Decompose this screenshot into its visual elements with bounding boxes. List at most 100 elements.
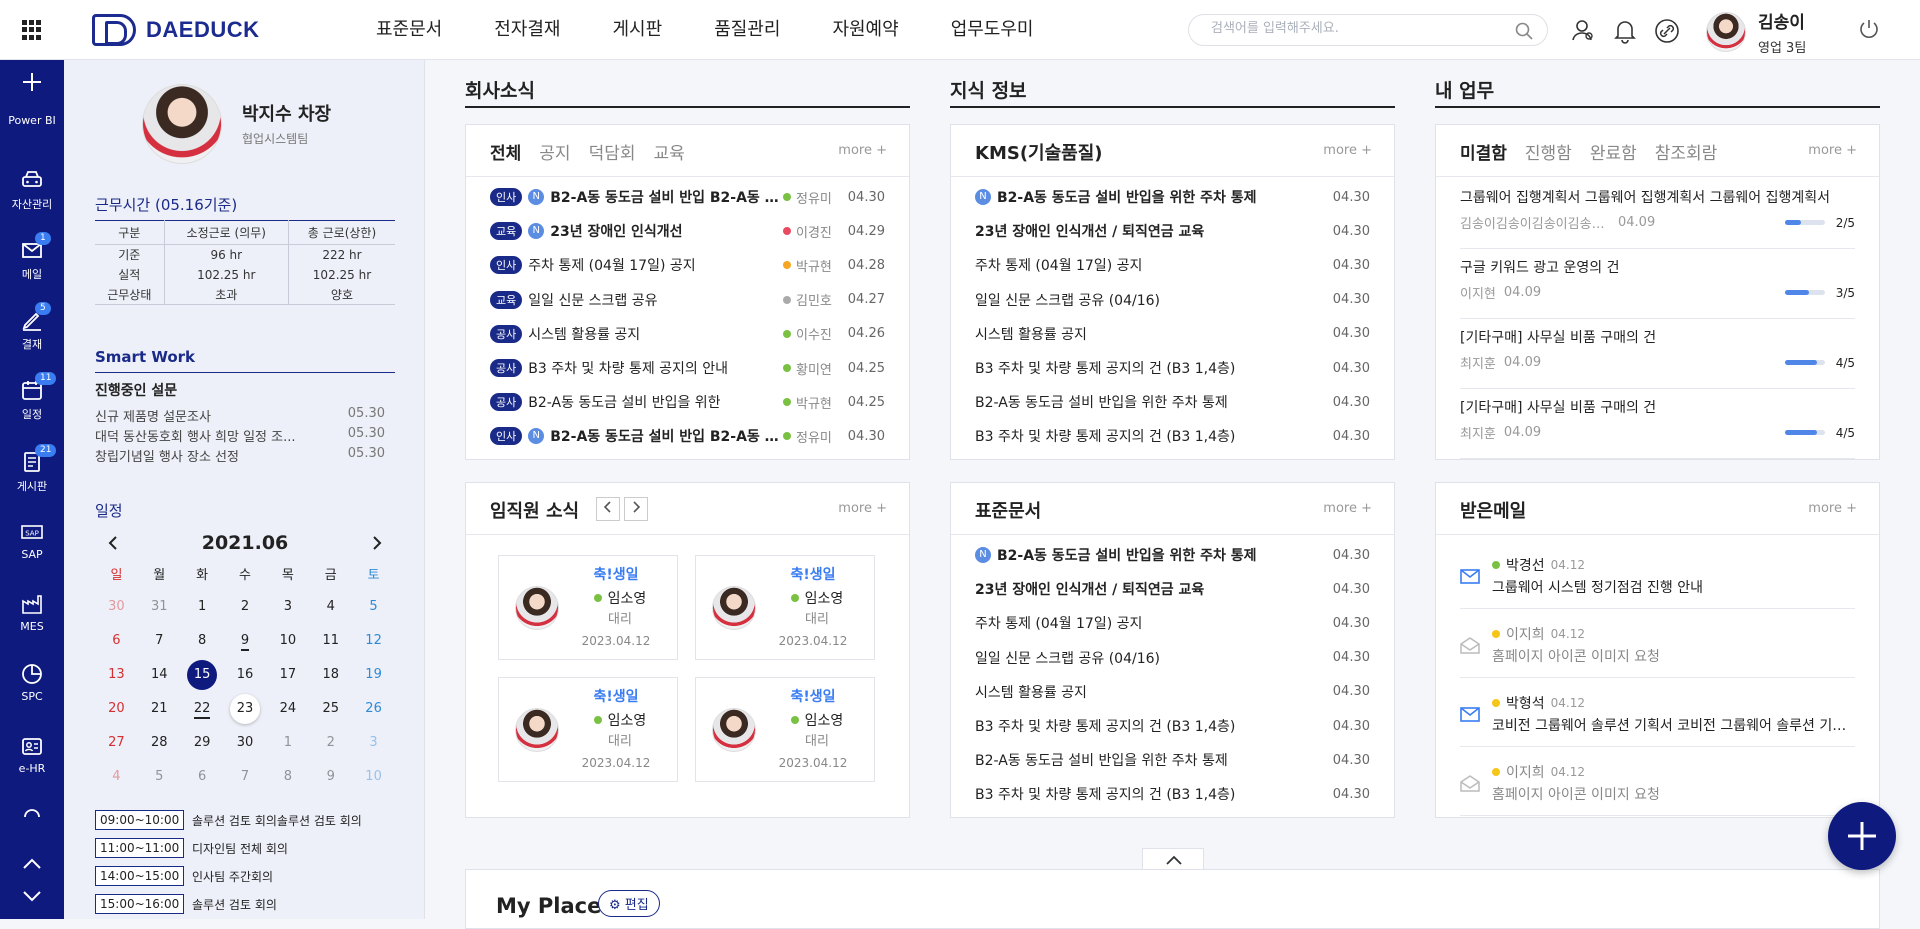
calendar-day[interactable]: 13 bbox=[95, 658, 138, 692]
apps-grid-icon[interactable] bbox=[22, 20, 42, 40]
tab-all[interactable]: 전체 bbox=[490, 139, 521, 164]
nav-item-powerbi[interactable]: Power BI bbox=[0, 70, 64, 127]
calendar-day[interactable]: 3 bbox=[266, 590, 309, 624]
list-item[interactable]: N B2-A동 동도금 설비 반입을 위한 주차 통제 04.30 bbox=[975, 545, 1370, 565]
list-item[interactable]: 공사 시스템 활용률 공지 이수진 04.26 bbox=[490, 324, 885, 344]
calendar-day[interactable]: 1 bbox=[266, 726, 309, 760]
tab-in-progress[interactable]: 진행함 bbox=[1525, 139, 1572, 164]
calendar-day[interactable]: 31 bbox=[138, 590, 181, 624]
calendar-day[interactable]: 29 bbox=[181, 726, 224, 760]
calendar-day[interactable]: 25 bbox=[309, 692, 352, 726]
birthday-card[interactable]: 축!생일 임소영 대리 2023.04.12 bbox=[498, 677, 678, 782]
survey-item[interactable]: 신규 제품명 설문조사 05.30 bbox=[95, 406, 385, 425]
power-icon[interactable] bbox=[1858, 18, 1880, 40]
nav-item-ehr[interactable]: e-HR bbox=[0, 734, 64, 775]
list-item[interactable]: B3 주차 및 차량 통제 공지의 건 (B3 1,4층) 04.30 bbox=[975, 358, 1370, 378]
calendar-day[interactable]: 2 bbox=[224, 590, 267, 624]
menu-quality[interactable]: 품질관리 bbox=[688, 0, 806, 60]
list-item[interactable]: 23년 장애인 인식개선 / 퇴직연금 교육 04.30 bbox=[975, 221, 1370, 241]
task-item[interactable]: [기타구매] 사무실 비품 구매의 건 최지훈 04.09 4/5 bbox=[1460, 397, 1855, 459]
schedule-item[interactable]: 14:00~15:00 인사팀 주간회의 bbox=[95, 866, 395, 886]
calendar-day[interactable]: 9 bbox=[224, 624, 267, 658]
nav-item-sap[interactable]: SAP SAP bbox=[0, 520, 64, 561]
calendar-day[interactable]: 12 bbox=[352, 624, 395, 658]
survey-item[interactable]: 창립기념일 행사 장소 선정 05.30 bbox=[95, 446, 385, 465]
list-item[interactable]: 공사 B3 주차 및 차량 통제 공지의 안내 황미연 04.25 bbox=[490, 358, 885, 378]
list-item[interactable]: 인사 N B2-A동 동도금 설비 반입 B2-A동 동도금 정유미 04.30 bbox=[490, 187, 885, 207]
organization-icon[interactable] bbox=[1570, 18, 1596, 44]
list-item[interactable]: 시스템 활용률 공지 04.30 bbox=[975, 324, 1370, 344]
more-link[interactable]: more + bbox=[1323, 143, 1372, 158]
tab-talk[interactable]: 덕담회 bbox=[589, 139, 636, 164]
menu-approval[interactable]: 전자결재 bbox=[468, 0, 586, 60]
more-link[interactable]: more + bbox=[1808, 143, 1857, 158]
menu-helper[interactable]: 업무도우미 bbox=[925, 0, 1060, 60]
calendar-day[interactable]: 30 bbox=[224, 726, 267, 760]
mail-item[interactable]: 박형석 04.12 코비전 그룹웨어 솔루션 기획서 코비전 그룹웨어 솔루션 기획… bbox=[1460, 683, 1855, 747]
list-item[interactable]: B3 주차 및 차량 통제 공지의 건 (B3 1,4층) 04.30 bbox=[975, 716, 1370, 736]
calendar-day[interactable]: 22 bbox=[181, 692, 224, 726]
logo[interactable]: DAEDUCK bbox=[92, 14, 260, 46]
list-item[interactable]: 23년 장애인 인식개선 / 퇴직연금 교육 04.30 bbox=[975, 579, 1370, 599]
calendar-day[interactable]: 26 bbox=[352, 692, 395, 726]
birthday-card[interactable]: 축!생일 임소영 대리 2023.04.12 bbox=[695, 555, 875, 660]
edit-button[interactable]: ⚙ 편집 bbox=[598, 890, 660, 917]
scroll-down-icon[interactable] bbox=[20, 888, 44, 904]
prev-button[interactable] bbox=[596, 497, 620, 521]
task-item[interactable]: [기타구매] 사무실 비품 구매의 건 최지훈 04.09 4/5 bbox=[1460, 327, 1855, 389]
chevron-left-icon[interactable] bbox=[103, 533, 123, 553]
link-icon[interactable] bbox=[1654, 18, 1680, 44]
calendar-day[interactable]: 23 bbox=[224, 692, 267, 726]
calendar-day[interactable]: 15 bbox=[181, 658, 224, 692]
tab-notice[interactable]: 공지 bbox=[539, 139, 570, 164]
list-item[interactable]: 인사 N B2-A동 동도금 설비 반입 B2-A동 동도금 정유미 04.30 bbox=[490, 426, 885, 446]
calendar-day[interactable]: 10 bbox=[266, 624, 309, 658]
calendar-day[interactable]: 21 bbox=[138, 692, 181, 726]
calendar-day[interactable]: 20 bbox=[95, 692, 138, 726]
task-item[interactable]: 그룹웨어 집행계획서 그룹웨어 집행계획서 그룹웨어 집행계획서 김송이김송이김송… bbox=[1460, 187, 1855, 249]
nav-item-assets[interactable]: 자산관리 bbox=[0, 168, 64, 212]
calendar-day[interactable]: 4 bbox=[309, 590, 352, 624]
list-item[interactable]: N B2-A동 동도금 설비 반입을 위한 주차 통제 04.30 bbox=[975, 187, 1370, 207]
tab-pending[interactable]: 미결함 bbox=[1460, 139, 1507, 164]
list-item[interactable]: B3 주차 및 차량 통제 공지의 건 (B3 1,4층) 04.30 bbox=[975, 784, 1370, 804]
search-icon[interactable] bbox=[1515, 22, 1533, 40]
menu-standard-docs[interactable]: 표준문서 bbox=[350, 0, 468, 60]
user-menu[interactable]: 김송이 영업 3팀 bbox=[1706, 8, 1806, 56]
calendar-day[interactable]: 6 bbox=[181, 760, 224, 794]
calendar-day[interactable]: 6 bbox=[95, 624, 138, 658]
tab-education[interactable]: 교육 bbox=[653, 139, 684, 164]
more-link[interactable]: more + bbox=[1323, 501, 1372, 516]
more-link[interactable]: more + bbox=[1808, 501, 1857, 516]
menu-reservation[interactable]: 자원예약 bbox=[806, 0, 924, 60]
calendar-day[interactable]: 9 bbox=[309, 760, 352, 794]
list-item[interactable]: 일일 신문 스크랩 공유 (04/16) 04.30 bbox=[975, 290, 1370, 310]
menu-board[interactable]: 게시판 bbox=[587, 0, 689, 60]
survey-item[interactable]: 대덕 동산동호회 행사 희망 일정 조... 05.30 bbox=[95, 426, 385, 445]
calendar-day[interactable]: 10 bbox=[352, 760, 395, 794]
calendar-day[interactable]: 8 bbox=[181, 624, 224, 658]
calendar-day[interactable]: 28 bbox=[138, 726, 181, 760]
mail-item[interactable]: 박경선 04.12 그룹웨어 시스템 정기점검 진행 안내 bbox=[1460, 545, 1855, 609]
nav-item-mes[interactable]: MES bbox=[0, 592, 64, 633]
calendar-day[interactable]: 30 bbox=[95, 590, 138, 624]
calendar-day[interactable]: 11 bbox=[309, 624, 352, 658]
list-item[interactable]: 주차 통제 (04월 17일) 공지 04.30 bbox=[975, 613, 1370, 633]
calendar-day[interactable]: 2 bbox=[309, 726, 352, 760]
list-item[interactable]: 일일 신문 스크랩 공유 (04/16) 04.30 bbox=[975, 648, 1370, 668]
birthday-card[interactable]: 축!생일 임소영 대리 2023.04.12 bbox=[498, 555, 678, 660]
calendar-day[interactable]: 16 bbox=[224, 658, 267, 692]
scroll-up-icon[interactable] bbox=[20, 856, 44, 872]
task-item[interactable]: 구글 키워드 광고 운영의 건 이지현 04.09 3/5 bbox=[1460, 257, 1855, 319]
calendar-day[interactable]: 4 bbox=[95, 760, 138, 794]
calendar-day[interactable]: 18 bbox=[309, 658, 352, 692]
nav-item-mail[interactable]: 1 메일 bbox=[0, 232, 64, 282]
calendar-day[interactable]: 17 bbox=[266, 658, 309, 692]
collapse-button[interactable] bbox=[1142, 848, 1204, 870]
list-item[interactable]: 교육 N 23년 장애인 인식개선 이경진 04.29 bbox=[490, 221, 885, 241]
mail-item[interactable]: 이지희 04.12 홈페이지 아이콘 이미지 요청 bbox=[1460, 614, 1855, 678]
nav-item-approval[interactable]: 5 결재 bbox=[0, 302, 64, 352]
list-item[interactable]: B3 주차 및 차량 통제 공지의 건 (B3 1,4층) 04.30 bbox=[975, 426, 1370, 446]
calendar-day[interactable]: 7 bbox=[138, 624, 181, 658]
schedule-item[interactable]: 09:00~10:00 솔루션 검토 회의솔루션 검토 회의 bbox=[95, 810, 395, 830]
